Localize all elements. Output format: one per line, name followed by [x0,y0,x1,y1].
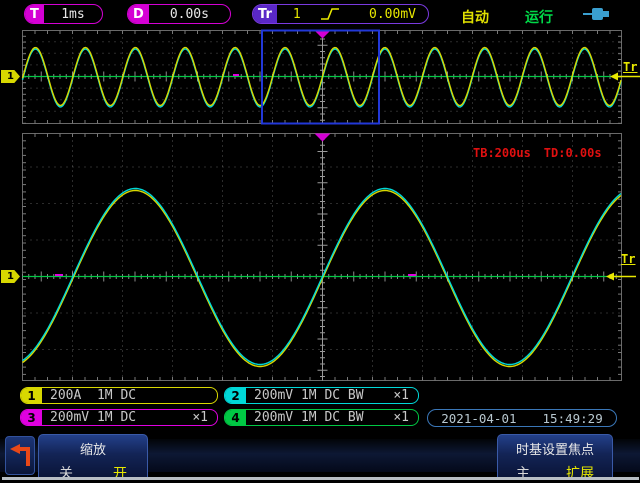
channel-3-badge: 3 [21,410,42,425]
channel-1-settings: 200A 1M DC [50,388,136,403]
timebase-pill[interactable]: T 1ms [24,4,103,24]
td-readout: TD:0.00s [544,146,602,160]
tb-readout: TB:200us [473,146,531,160]
timebase-focus-title: 时基设置焦点 [498,439,612,458]
trigger-level: 0.00mV [369,7,416,22]
top-status-bar: T 1ms D 0.00s Tr 1 0.00mV 自动 运行 [0,0,640,28]
channel-4-probe: ×1 [393,410,409,425]
trigger-pill[interactable]: Tr 1 0.00mV [252,4,429,24]
channel-1-badge: 1 [21,388,42,403]
softkey-menu-bar: 缩放 关 开 时基设置焦点 主 扩展 [0,433,640,477]
focus-main-option[interactable]: 主 [516,463,530,483]
rising-edge-icon [319,7,341,21]
trigger-source: 1 [293,7,301,22]
usb-device-icon [583,6,611,22]
channel-4-settings: 200mV 1M DC BW [254,410,364,425]
zoom-softkey[interactable]: 缩放 关 开 [38,434,148,477]
focus-extended-option[interactable]: 扩展 [566,463,594,483]
timebase-focus-softkey[interactable]: 时基设置焦点 主 扩展 [497,434,613,477]
channel-3-settings: 200mV 1M DC [50,410,136,425]
timebase-label: T [25,5,44,23]
zoom-on-option[interactable]: 开 [113,463,127,483]
timebase-value: 1ms [44,7,102,22]
date-value: 2021-04-01 [441,411,516,426]
delay-pill[interactable]: D 0.00s [127,4,231,24]
delay-value: 0.00s [149,7,230,22]
delay-label: D [128,5,149,23]
zoom-softkey-title: 缩放 [39,439,147,458]
back-button[interactable] [5,436,35,475]
channel-2-settings: 200mV 1M DC BW [254,388,364,403]
overview-trigger-level-label: Tr [623,60,637,74]
trigger-label: Tr [253,5,277,23]
zoom-off-option[interactable]: 关 [59,463,73,483]
scope-display [0,0,640,480]
channel-2-status-box[interactable]: 2 200mV 1M DC BW ×1 [224,387,419,404]
main-trigger-level-label: Tr [621,252,635,266]
run-status: 运行 [525,7,553,27]
channel-4-badge: 4 [225,410,246,425]
channel-2-badge: 2 [225,388,246,403]
time-value: 15:49:29 [543,411,603,426]
channel-1-status-box[interactable]: 1 200A 1M DC [20,387,218,404]
channel-3-status-box[interactable]: 3 200mV 1M DC ×1 [20,409,218,426]
acquire-mode-status: 自动 [461,7,489,27]
zoom-timebase-readout: TB:200us TD:0.00s [473,146,602,160]
channel-2-probe: ×1 [393,388,409,403]
channel-3-probe: ×1 [192,410,208,425]
datetime-box: 2021-04-01 15:49:29 [427,409,617,427]
channel-4-status-box[interactable]: 4 200mV 1M DC BW ×1 [224,409,419,426]
oscilloscope-screen: T 1ms D 0.00s Tr 1 0.00mV 自动 运行 1 Tr 1 T… [0,0,640,480]
return-arrow-icon [8,442,32,470]
